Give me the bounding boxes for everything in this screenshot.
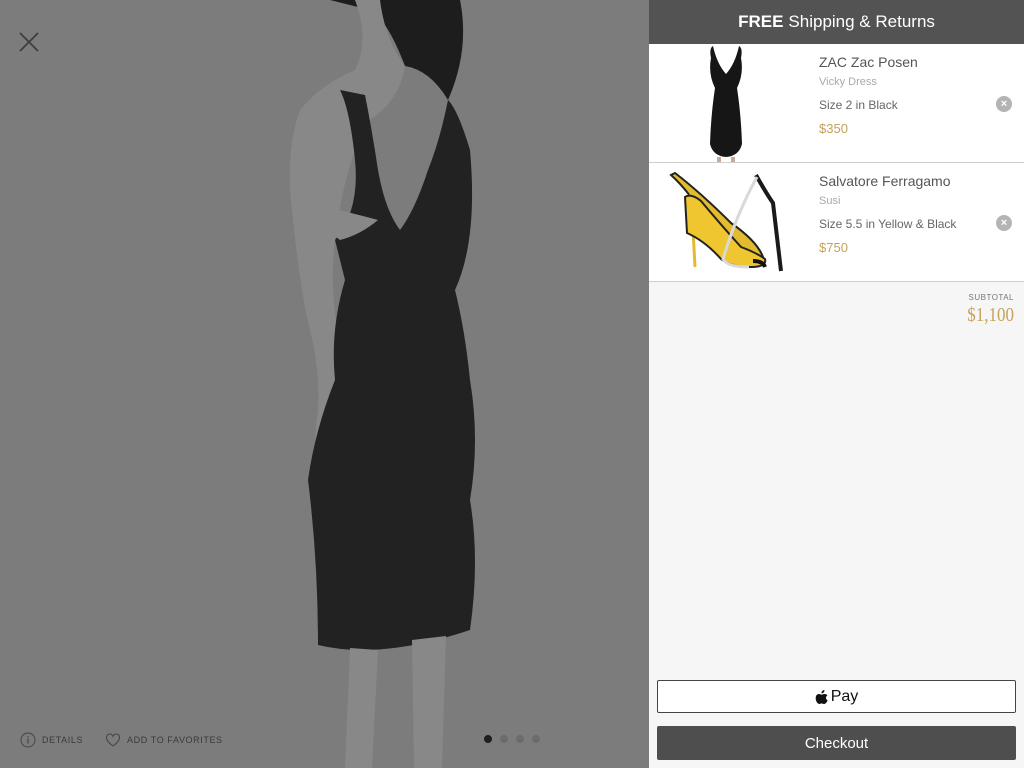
pager-dot[interactable] (484, 735, 492, 743)
apple-pay-button[interactable]: Pay (657, 680, 1016, 713)
cart-item[interactable]: ZAC Zac Posen Vicky Dress Size 2 in Blac… (649, 44, 1024, 163)
details-button[interactable]: DETAILS (20, 732, 83, 748)
heart-icon (106, 733, 121, 747)
close-icon: × (1000, 97, 1008, 110)
product-image-stage: DETAILS ADD TO FAVORITES (0, 0, 649, 768)
add-to-favorites-label: ADD TO FAVORITES (127, 735, 223, 745)
item-brand: ZAC Zac Posen (819, 54, 918, 70)
item-size: Size 2 in Black (819, 98, 898, 112)
close-icon[interactable] (16, 29, 42, 55)
subtotal: SUBTOTAL $1,100 (959, 293, 1014, 327)
pager-dot[interactable] (532, 735, 540, 743)
item-name: Susi (819, 195, 841, 207)
info-icon (20, 732, 36, 748)
item-size: Size 5.5 in Yellow & Black (819, 217, 957, 231)
product-photo-dress (289, 0, 475, 768)
shipping-banner: FREE Shipping & Returns (649, 0, 1024, 44)
add-to-favorites-button[interactable]: ADD TO FAVORITES (105, 732, 223, 748)
checkout-button[interactable]: Checkout (657, 726, 1016, 760)
pager-dot[interactable] (516, 735, 524, 743)
pager-dot[interactable] (500, 735, 508, 743)
cart-panel: FREE Shipping & Returns ZAC Zac Posen Vi… (649, 0, 1024, 768)
cart-item[interactable]: Salvatore Ferragamo Susi Size 5.5 in Yel… (649, 163, 1024, 282)
remove-item-button[interactable]: × (996, 215, 1012, 231)
cart-item-info: ZAC Zac Posen Vicky Dress Size 2 in Blac… (819, 54, 918, 136)
product-actions-bar: DETAILS ADD TO FAVORITES (20, 730, 223, 750)
image-pager (484, 735, 540, 743)
dress-thumbnail (661, 44, 791, 162)
close-icon: × (1000, 216, 1008, 229)
item-price: $750 (819, 240, 848, 255)
apple-icon (815, 689, 828, 704)
item-brand: Salvatore Ferragamo (819, 173, 951, 189)
item-price: $350 (819, 121, 848, 136)
item-name: Vicky Dress (819, 76, 877, 88)
apple-pay-label: Pay (830, 687, 859, 705)
shipping-banner-text: Shipping & Returns (788, 12, 935, 31)
cart-item-info: Salvatore Ferragamo Susi Size 5.5 in Yel… (819, 173, 956, 255)
subtotal-value: $1,100 (967, 304, 1014, 326)
subtotal-label: SUBTOTAL (968, 293, 1014, 302)
remove-item-button[interactable]: × (996, 96, 1012, 112)
shipping-banner-bold: FREE (738, 12, 784, 31)
details-label: DETAILS (42, 735, 84, 745)
shoes-thumbnail (661, 163, 791, 281)
